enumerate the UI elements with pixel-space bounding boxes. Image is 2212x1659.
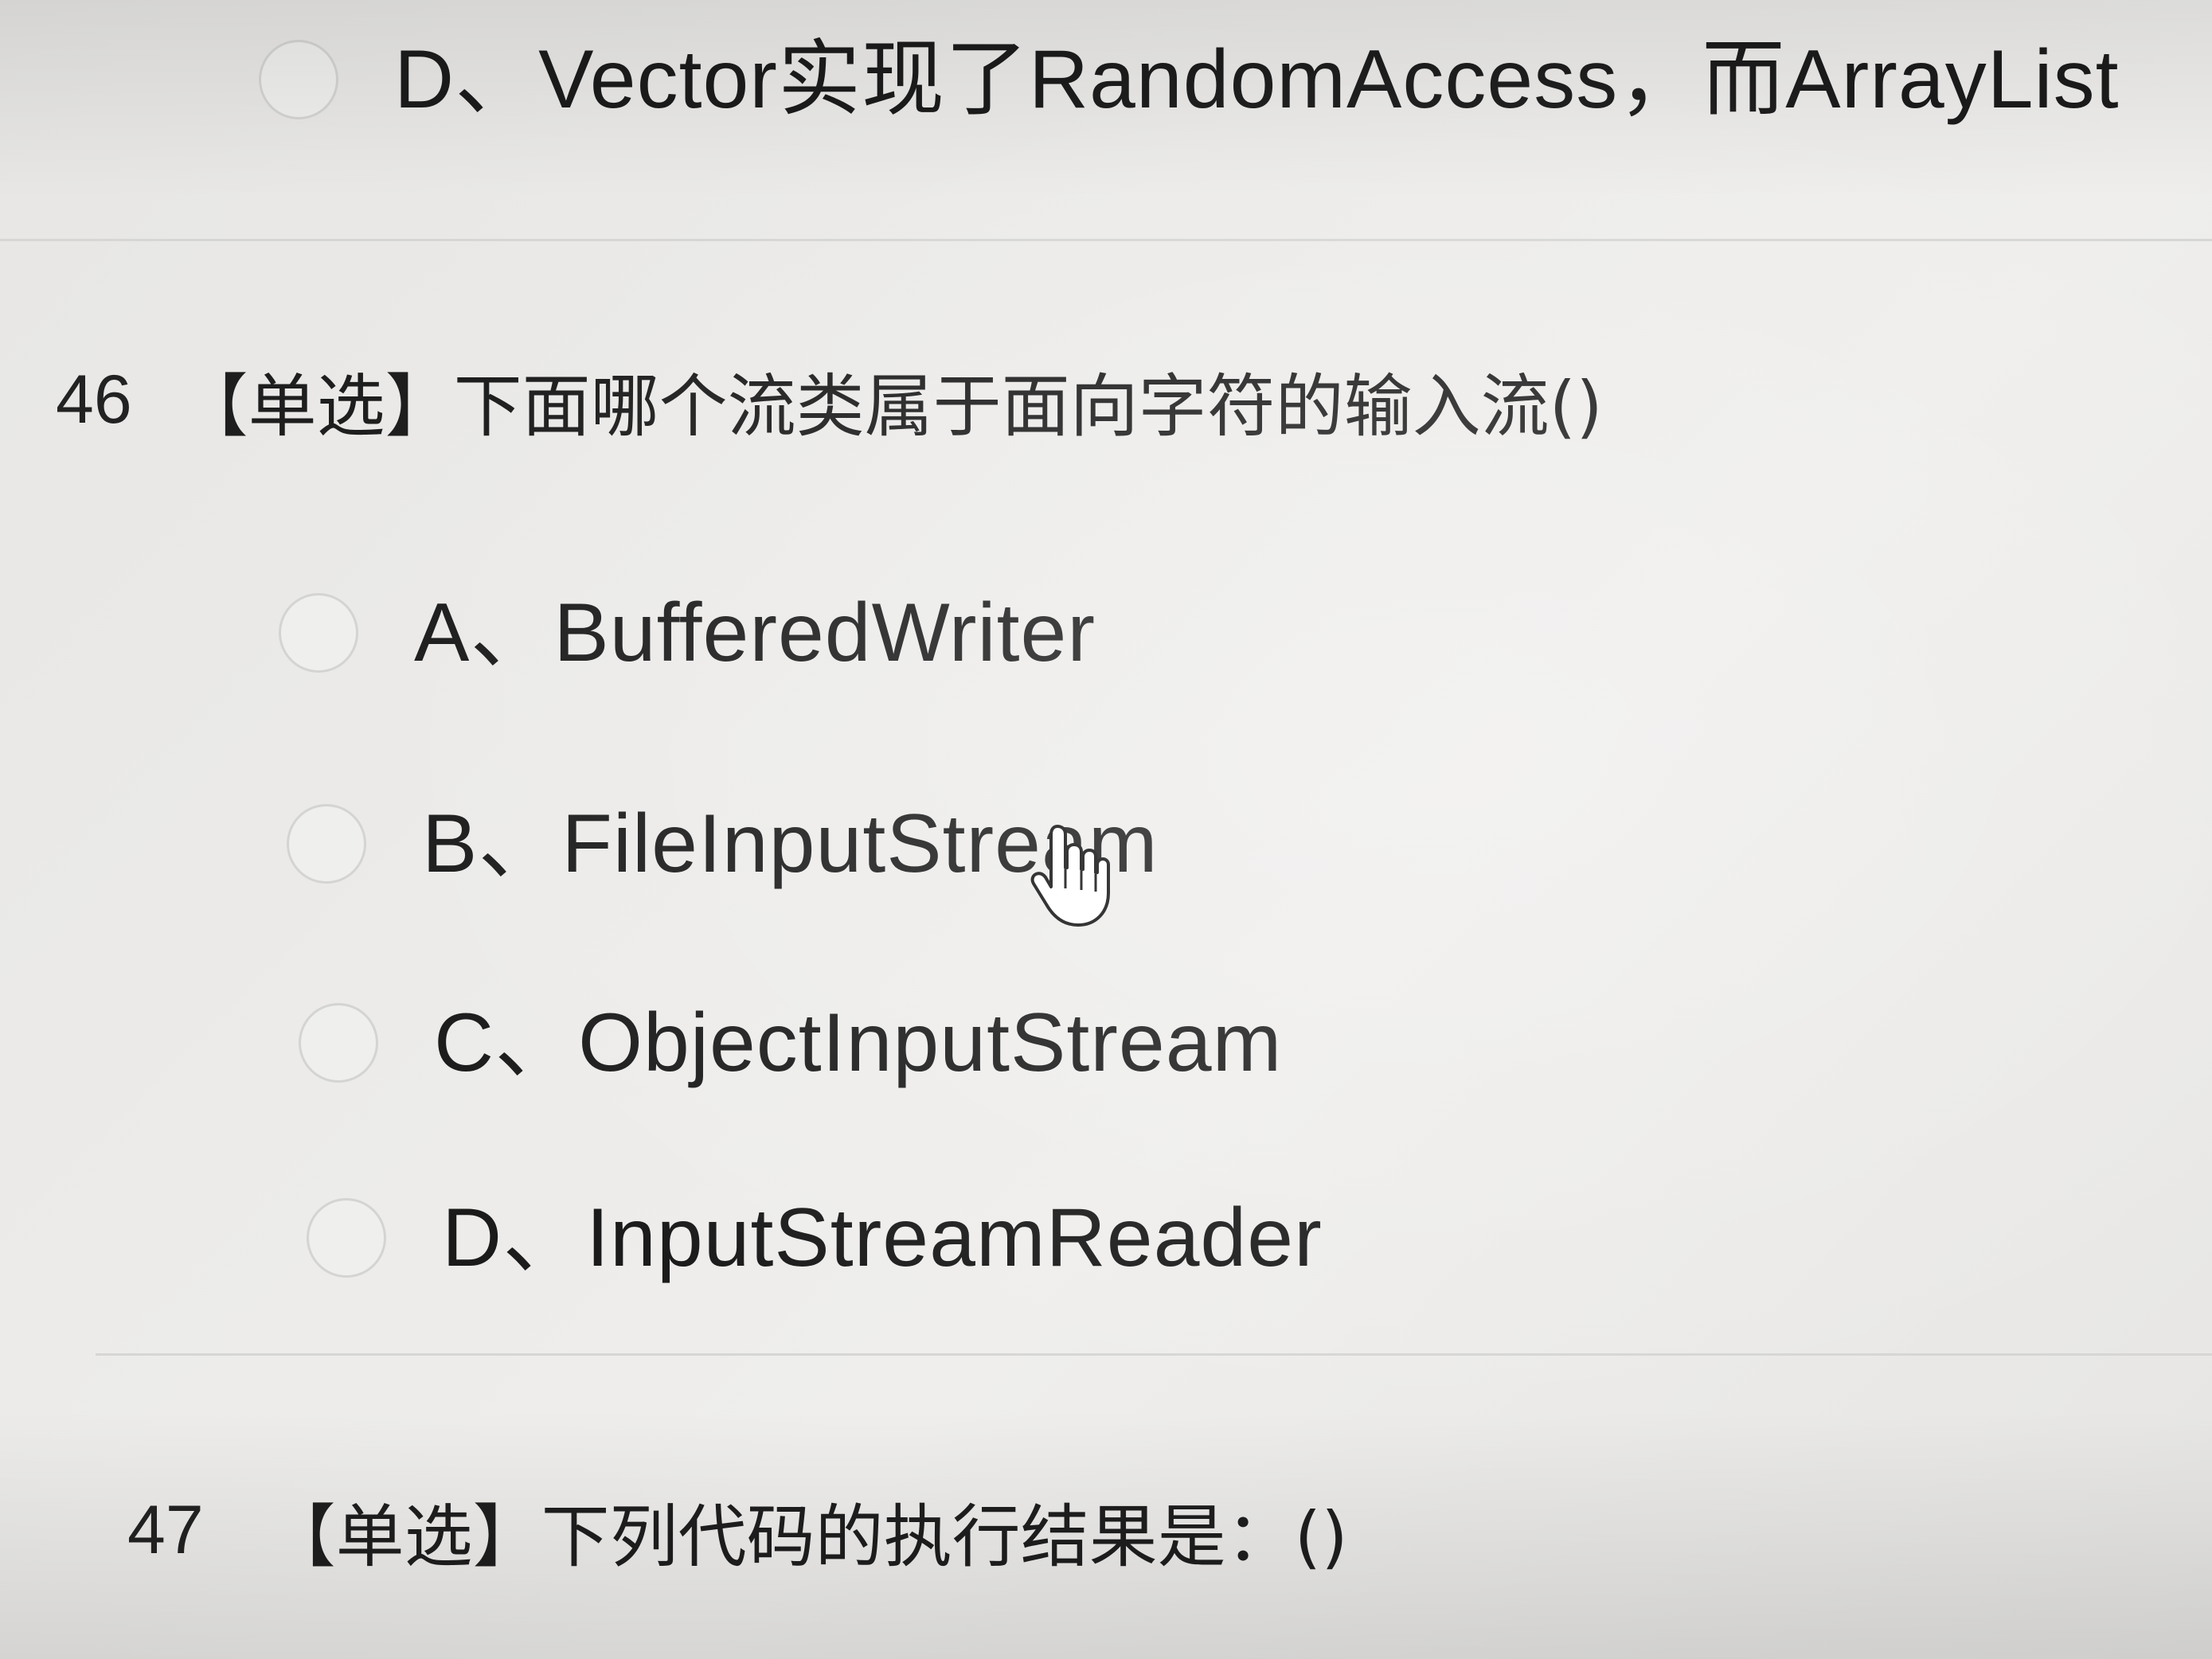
option-prev-d[interactable]: D、Vector实现了RandomAccess，而ArrayList xyxy=(259,20,2120,139)
option-d[interactable]: D、InputStreamReader xyxy=(307,1178,1323,1298)
question-47-header: 47 【单选】下列代码的执行结果是：() xyxy=(127,1481,1348,1580)
question-text: 【单选】下面哪个流类属于面向字符的输入流() xyxy=(179,367,1603,447)
radio-unchecked-icon[interactable] xyxy=(307,1198,386,1278)
radio-unchecked-icon[interactable] xyxy=(287,804,366,884)
option-label: D、InputStreamReader xyxy=(442,1192,1323,1284)
option-label: A、BufferedWriter xyxy=(414,587,1096,679)
question-divider xyxy=(0,239,2212,241)
question-number: 46 xyxy=(56,361,132,438)
radio-unchecked-icon[interactable] xyxy=(299,1003,378,1083)
option-a[interactable]: A、BufferedWriter xyxy=(279,573,1096,693)
question-46-header: 46 【单选】下面哪个流类属于面向字符的输入流() xyxy=(56,350,1603,450)
question-divider xyxy=(96,1353,2212,1356)
question-text: 【单选】下列代码的执行结果是：() xyxy=(267,1497,1348,1577)
option-label: D、Vector实现了RandomAccess，而ArrayList xyxy=(394,33,2120,126)
option-label: C、ObjectInputStream xyxy=(434,997,1283,1089)
question-number: 47 xyxy=(127,1492,204,1568)
radio-unchecked-icon[interactable] xyxy=(279,593,358,673)
option-c[interactable]: C、ObjectInputStream xyxy=(299,983,1282,1103)
hand-pointer-icon xyxy=(1027,820,1115,935)
radio-unchecked-icon[interactable] xyxy=(259,40,338,119)
